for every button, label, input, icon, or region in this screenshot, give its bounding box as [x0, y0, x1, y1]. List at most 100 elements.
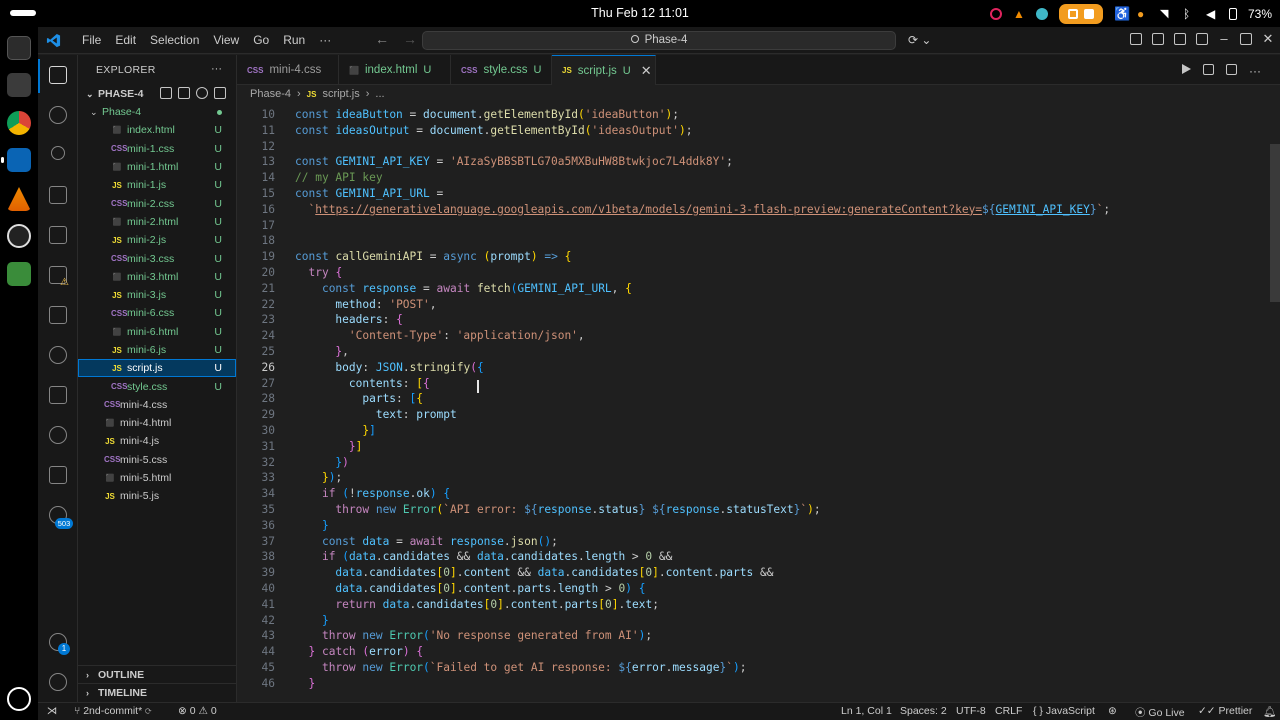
end-of-line[interactable]: CRLF — [995, 705, 1022, 717]
forward-arrow-icon[interactable]: → — [403, 31, 417, 47]
close-tab-icon[interactable]: ✕ — [641, 63, 652, 79]
file-row[interactable]: JS mini-3.js U — [78, 286, 236, 304]
copilot-status-icon[interactable]: ⊛ — [1108, 705, 1117, 717]
new-file-icon[interactable] — [160, 87, 172, 99]
breadcrumb-file[interactable]: script.js — [322, 88, 359, 100]
volume-icon[interactable]: ◀ — [1206, 8, 1218, 20]
encoding[interactable]: UTF-8 — [956, 705, 986, 717]
microphone-icon[interactable]: ● — [1137, 8, 1149, 20]
file-row[interactable]: ⬛ mini-5.html — [78, 469, 236, 487]
editor-scrollbar[interactable] — [1270, 144, 1280, 302]
bluetooth-icon[interactable]: ᛒ — [1183, 8, 1195, 20]
ubuntu-app-icon[interactable] — [7, 687, 31, 711]
indentation[interactable]: Spaces: 2 — [900, 705, 947, 717]
trash-app-icon[interactable] — [7, 262, 31, 286]
file-row[interactable]: ⬛ mini-1.html U — [78, 158, 236, 176]
menu-file[interactable]: File — [75, 33, 108, 47]
copilot-menu-button[interactable]: ⟳ ⌄ — [908, 33, 931, 47]
refresh-icon[interactable] — [196, 87, 208, 99]
menu-run[interactable]: Run — [276, 33, 312, 47]
vlc-icon[interactable]: ▲ — [1013, 8, 1025, 20]
menu-selection[interactable]: Selection — [143, 33, 206, 47]
customize-layout-icon[interactable] — [1130, 33, 1142, 45]
chrome-app-icon[interactable] — [7, 111, 31, 135]
file-row[interactable]: JS mini-4.js — [78, 432, 236, 450]
search-view-icon[interactable] — [49, 106, 67, 124]
file-row[interactable]: JS mini-6.js U — [78, 341, 236, 359]
battery-icon[interactable] — [1228, 8, 1237, 20]
github-icon[interactable] — [49, 346, 67, 364]
system-tray[interactable]: ▲ ♿ ● ◥ ᛒ ◀ 73% — [989, 4, 1272, 24]
file-row[interactable]: CSS mini-5.css — [78, 451, 236, 469]
command-center-search[interactable]: Phase-4 — [422, 31, 896, 50]
tab-style-css[interactable]: CSS style.css U — [451, 55, 552, 85]
toggle-panel-icon[interactable] — [1174, 33, 1186, 45]
vlc-app-icon[interactable] — [7, 187, 31, 211]
file-row[interactable]: JS mini-2.js U — [78, 231, 236, 249]
tab-script-js[interactable]: JS script.js U ✕ — [552, 55, 656, 85]
file-row[interactable]: JS mini-5.js — [78, 487, 236, 505]
tab-index-html[interactable]: ⬛ index.html U — [339, 55, 451, 85]
cursor-position[interactable]: Ln 1, Col 1 — [841, 705, 892, 717]
screen-recorder-indicator[interactable] — [1058, 4, 1103, 24]
remote-explorer-icon[interactable] — [49, 226, 67, 244]
language-mode[interactable]: { } JavaScript — [1033, 705, 1095, 717]
breadcrumb-folder[interactable]: Phase-4 — [250, 88, 291, 100]
back-arrow-icon[interactable]: ← — [375, 31, 389, 47]
close-window-icon[interactable]: ✕ — [1262, 32, 1274, 45]
branch-indicator[interactable]: ⑂ 2nd-commit* ⟳ — [74, 705, 151, 717]
menu-go[interactable]: Go — [246, 33, 276, 47]
folder-row-phase-4[interactable]: ⌄ Phase-4 — [78, 103, 236, 121]
problems-indicator[interactable]: ⊗ 0 ⚠ 0 — [178, 705, 217, 717]
files-app-icon[interactable] — [7, 73, 31, 97]
file-row[interactable]: CSS mini-1.css U — [78, 140, 236, 158]
go-live-button[interactable]: ⦿ Go Live — [1135, 705, 1185, 720]
outline-section[interactable]: › OUTLINE — [78, 665, 237, 683]
compare-changes-icon[interactable] — [1203, 64, 1214, 75]
file-row[interactable]: ⬛ index.html U — [78, 121, 236, 139]
explorer-more-actions[interactable]: ··· — [211, 63, 222, 75]
docker-icon[interactable] — [49, 306, 67, 324]
terminal-app-icon[interactable] — [7, 36, 31, 60]
file-row[interactable]: ⬛ mini-3.html U — [78, 268, 236, 286]
file-row[interactable]: CSS mini-6.css U — [78, 304, 236, 322]
ai-assistant-icon[interactable] — [49, 466, 67, 484]
source-control-icon[interactable] — [51, 146, 65, 160]
wifi-icon[interactable]: ◥ — [1160, 8, 1172, 20]
menu-edit[interactable]: Edit — [108, 33, 143, 47]
vscode-app-icon[interactable] — [7, 148, 31, 172]
python-icon[interactable] — [49, 386, 67, 404]
manage-gear-icon[interactable] — [49, 673, 67, 691]
new-folder-icon[interactable] — [178, 87, 190, 99]
file-row[interactable]: CSS style.css U — [78, 377, 236, 395]
tab-mini-4-css[interactable]: CSS mini-4.css — [237, 55, 339, 85]
timeline-section[interactable]: › TIMELINE — [78, 683, 237, 701]
collapse-all-icon[interactable] — [214, 87, 226, 99]
file-row[interactable]: CSS mini-3.css U — [78, 249, 236, 267]
file-row[interactable]: ⬛ mini-6.html U — [78, 323, 236, 341]
run-file-icon[interactable] — [1182, 64, 1191, 74]
accessibility-icon[interactable]: ♿ — [1114, 7, 1130, 20]
app-indicator-icon[interactable] — [1035, 8, 1048, 20]
split-editor-icon[interactable] — [1226, 64, 1237, 75]
more-actions-icon[interactable]: ··· — [1249, 64, 1261, 78]
menu-more[interactable]: ··· — [312, 33, 338, 47]
toggle-primary-sidebar-icon[interactable] — [1152, 33, 1164, 45]
file-row[interactable]: CSS mini-2.css U — [78, 194, 236, 212]
file-row[interactable]: JS mini-1.js U — [78, 176, 236, 194]
code-editor[interactable]: 10 const ideaButton = document.getElement… — [237, 102, 1280, 702]
restore-window-icon[interactable] — [1240, 33, 1252, 45]
run-debug-icon[interactable] — [49, 186, 67, 204]
breadcrumb-symbols[interactable]: ... — [375, 88, 384, 100]
explorer-icon[interactable] — [49, 66, 67, 84]
toggle-secondary-sidebar-icon[interactable] — [1196, 33, 1208, 45]
menu-view[interactable]: View — [206, 33, 246, 47]
query-icon[interactable] — [49, 426, 67, 444]
file-row[interactable]: CSS mini-4.css — [78, 396, 236, 414]
file-row[interactable]: JS script.js U — [78, 359, 236, 378]
notifications-bell-icon[interactable]: 🔔︎ — [1263, 705, 1276, 718]
prettier-status[interactable]: ✓✓ Prettier — [1198, 705, 1252, 717]
file-row[interactable]: ⬛ mini-2.html U — [78, 213, 236, 231]
minimize-window-icon[interactable]: – — [1218, 32, 1230, 45]
record-icon[interactable] — [989, 8, 1002, 20]
